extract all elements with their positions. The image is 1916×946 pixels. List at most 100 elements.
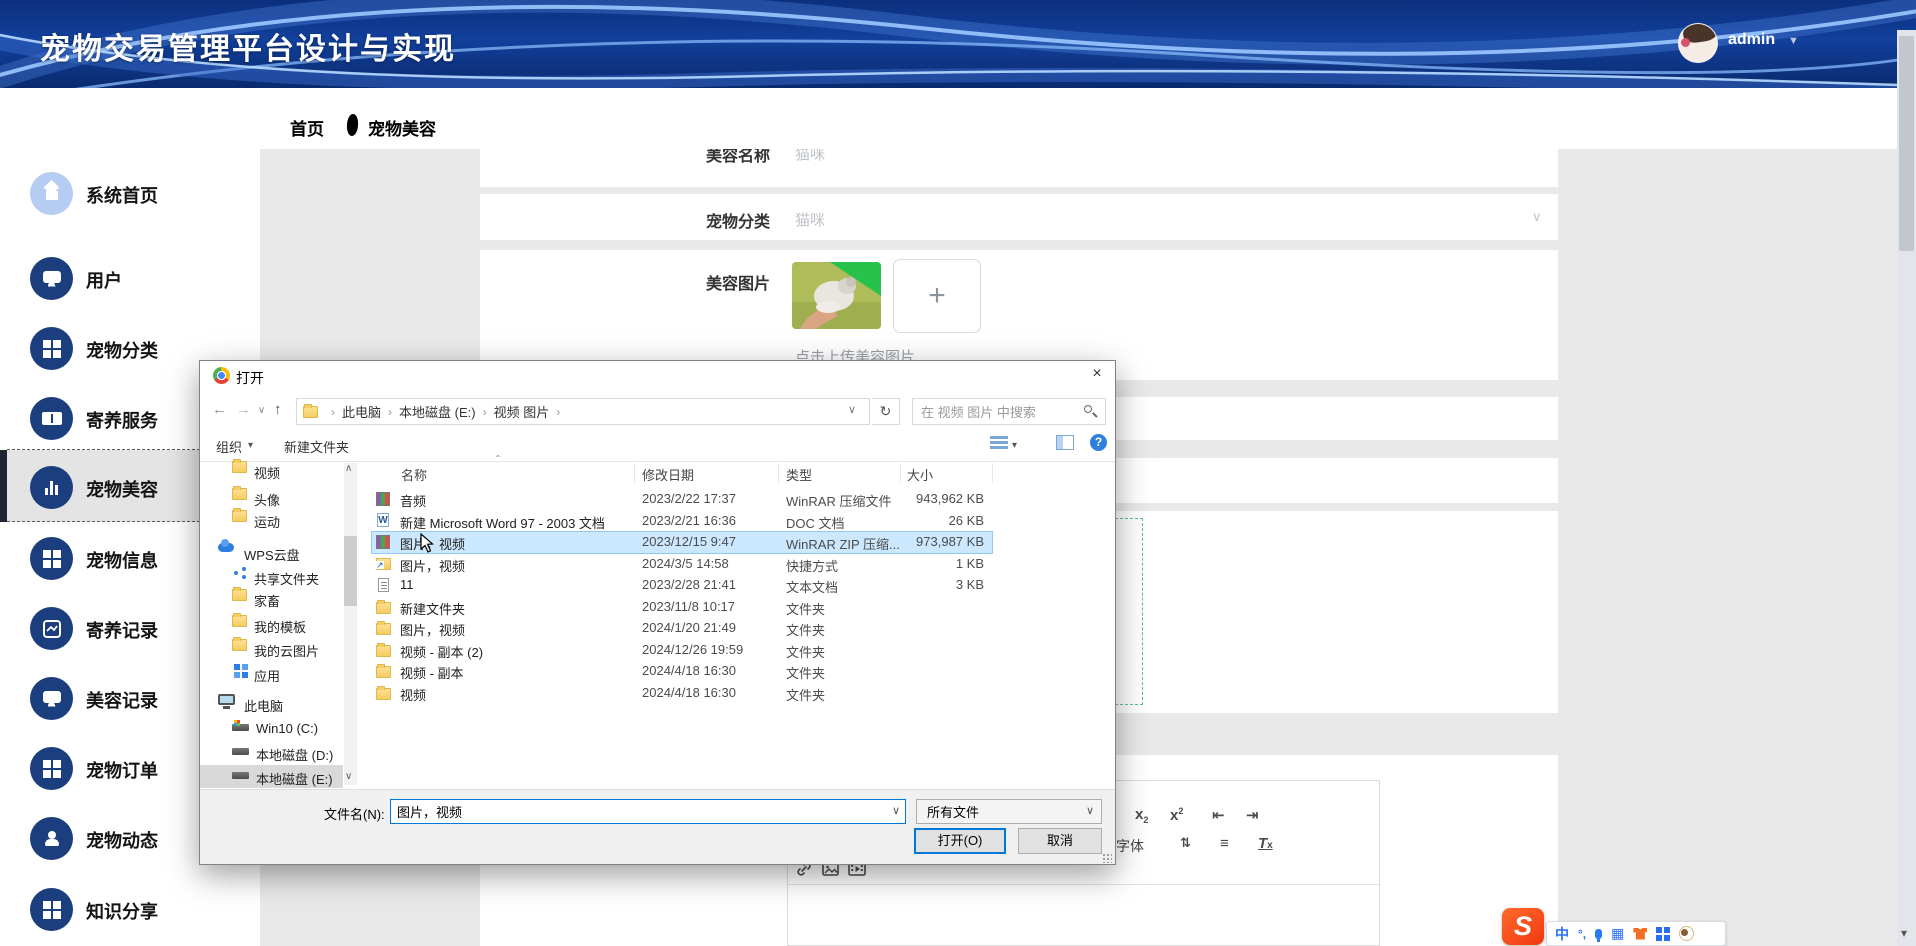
view-list-icon[interactable] (990, 436, 1008, 450)
back-icon[interactable]: ← (212, 401, 227, 418)
preview-pane-icon[interactable] (1056, 435, 1074, 450)
clear-format-icon[interactable]: Tx (1258, 835, 1273, 852)
file-row-selected[interactable]: 图片，视频2023/12/15 9:47WinRAR ZIP 压缩...973,… (372, 532, 992, 553)
uploaded-cat-image[interactable] (792, 262, 881, 329)
updown-icon[interactable]: ⇅ (1180, 835, 1191, 851)
refresh-icon[interactable]: ↻ (872, 398, 900, 425)
file-row[interactable]: 新建文件夹2023/11/8 10:17文件夹 (372, 597, 992, 618)
page-title: 宠物交易管理平台设计与实现 (40, 24, 456, 68)
winrar-icon (376, 535, 390, 549)
address-dropdown-icon[interactable]: ∨ (848, 403, 856, 416)
new-folder-button[interactable]: 新建文件夹 (284, 437, 349, 456)
subscript-icon[interactable]: x2 (1135, 806, 1148, 825)
page-scrollbar-thumb[interactable] (1899, 36, 1914, 251)
sidebar-item-users[interactable]: 用户 (0, 255, 260, 303)
grid-icon (30, 327, 73, 370)
ticket-icon (30, 397, 73, 440)
forward-icon[interactable]: → (236, 401, 251, 418)
resize-grip[interactable] (1102, 853, 1112, 863)
folder-icon (376, 602, 391, 614)
filetype-select[interactable]: 所有文件 (916, 799, 1102, 824)
chevron-down-icon[interactable]: ▾ (248, 440, 253, 451)
organize-menu[interactable]: 组织 (216, 437, 242, 456)
open-button[interactable]: 打开(O) (914, 828, 1006, 854)
sidebar-item-knowledge-share[interactable]: 知识分享 (0, 886, 260, 934)
column-size[interactable]: 大小 (907, 465, 933, 484)
file-row[interactable]: 视频2024/4/18 16:30文件夹 (372, 683, 992, 704)
emoji-dog-icon[interactable] (1679, 926, 1694, 941)
name-input[interactable]: 猫咪 (795, 149, 825, 164)
indent-icon[interactable]: ⇥ (1246, 806, 1259, 824)
column-type[interactable]: 类型 (786, 465, 812, 484)
mouse-cursor (420, 533, 436, 558)
folder-icon (376, 688, 391, 700)
file-row[interactable]: 视频 - 副本 (2)2024/12/26 19:59文件夹 (372, 640, 992, 661)
filename-input[interactable]: 图片，视频 (390, 799, 906, 824)
column-name[interactable]: 名称 (401, 465, 427, 484)
dialog-title: 打开 (236, 368, 264, 388)
path-folder[interactable]: 视频 图片 (494, 402, 550, 421)
search-icon (1084, 405, 1092, 413)
form-row-category: 宠物分类 猫咪 ∨ (480, 194, 1558, 240)
filetype-dropdown-icon[interactable]: ∨ (1086, 804, 1094, 817)
home-icon (30, 172, 73, 215)
category-select[interactable]: 猫咪 (795, 209, 825, 230)
winrar-icon (376, 492, 390, 506)
filename-dropdown-icon[interactable]: ∨ (892, 804, 900, 817)
nav-scroll-down-icon[interactable]: ∨ (345, 771, 352, 782)
path-drive-e[interactable]: 本地磁盘 (E:) (399, 402, 476, 421)
word-icon: W (377, 513, 389, 527)
sidebar-item-home[interactable]: 系统首页 (0, 170, 260, 218)
chevron-down-icon[interactable]: ▼ (1788, 35, 1799, 47)
breadcrumb-home[interactable]: 首页 (290, 115, 324, 140)
category-label: 宠物分类 (706, 208, 770, 232)
keyboard-icon[interactable]: ▦ (1611, 925, 1624, 942)
scrollbar-down-arrow-icon[interactable]: ▾ (1901, 926, 1907, 940)
sogou-logo-icon[interactable]: S (1502, 908, 1544, 945)
close-icon[interactable]: × (1082, 365, 1112, 387)
path-this-pc[interactable]: 此电脑 (342, 402, 381, 421)
file-row[interactable]: 图片，视频2024/1/20 21:49文件夹 (372, 618, 992, 639)
file-row[interactable]: 图片，视频2024/3/5 14:58快捷方式1 KB (372, 554, 992, 575)
nav-scroll-up-icon[interactable]: ∧ (345, 463, 352, 474)
file-row[interactable]: 视频 - 副本2024/4/18 16:30文件夹 (372, 661, 992, 682)
cancel-button[interactable]: 取消 (1018, 828, 1102, 854)
history-chevron-icon[interactable]: ∨ (258, 405, 265, 416)
filename-label: 文件名(N): (324, 804, 385, 823)
app-header: 宠物交易管理平台设计与实现 (0, 0, 1916, 88)
ime-punct[interactable]: °, (1578, 927, 1586, 941)
form-row-name: 美容名称 猫咪 (480, 149, 1558, 187)
grid-icon (30, 888, 73, 931)
bar-chart-icon (30, 466, 73, 509)
grid-icon (30, 747, 73, 790)
superscript-icon[interactable]: x2 (1170, 806, 1183, 824)
outdent-icon[interactable]: ⇤ (1212, 806, 1225, 824)
ime-mode[interactable]: 中 (1555, 924, 1569, 944)
up-icon[interactable]: ↑ (274, 401, 282, 418)
ime-toolbar[interactable]: 中 °, ▦ (1546, 921, 1726, 946)
font-select[interactable]: 字体 (1116, 836, 1144, 856)
skin-icon[interactable] (1633, 928, 1647, 940)
sort-indicator-icon: ˆ (496, 453, 500, 467)
microphone-icon[interactable] (1595, 929, 1602, 939)
search-input[interactable]: 在 视频 图片 中搜索 (912, 398, 1106, 425)
line-height-icon[interactable]: ≡ (1220, 835, 1229, 852)
toolbox-grid-icon[interactable] (1656, 927, 1662, 933)
nav-scrollbar[interactable] (344, 463, 357, 785)
chevron-down-icon[interactable]: ∨ (1532, 209, 1542, 225)
image-label: 美容图片 (706, 270, 770, 294)
nav-scrollbar-thumb[interactable] (344, 536, 357, 606)
avatar[interactable] (1678, 23, 1718, 63)
toolbar-band (0, 88, 1897, 149)
file-row[interactable]: 112023/2/28 21:41文本文档3 KB (372, 575, 992, 596)
username[interactable]: admin (1728, 31, 1775, 49)
column-date[interactable]: 修改日期 (642, 465, 694, 484)
upload-plus-button[interactable]: + (893, 259, 981, 333)
help-icon[interactable]: ? (1090, 434, 1107, 451)
address-bar[interactable]: › 此电脑 › 本地磁盘 (E:) › 视频 图片 › (296, 398, 870, 425)
monitor-icon (30, 257, 73, 300)
file-row[interactable]: W 新建 Microsoft Word 97 - 2003 文档2023/2/2… (372, 511, 992, 532)
grid-icon (30, 537, 73, 580)
view-dropdown-icon[interactable]: ▾ (1012, 440, 1017, 451)
file-row[interactable]: 音频2023/2/22 17:37WinRAR 压缩文件943,962 KB (372, 489, 992, 510)
